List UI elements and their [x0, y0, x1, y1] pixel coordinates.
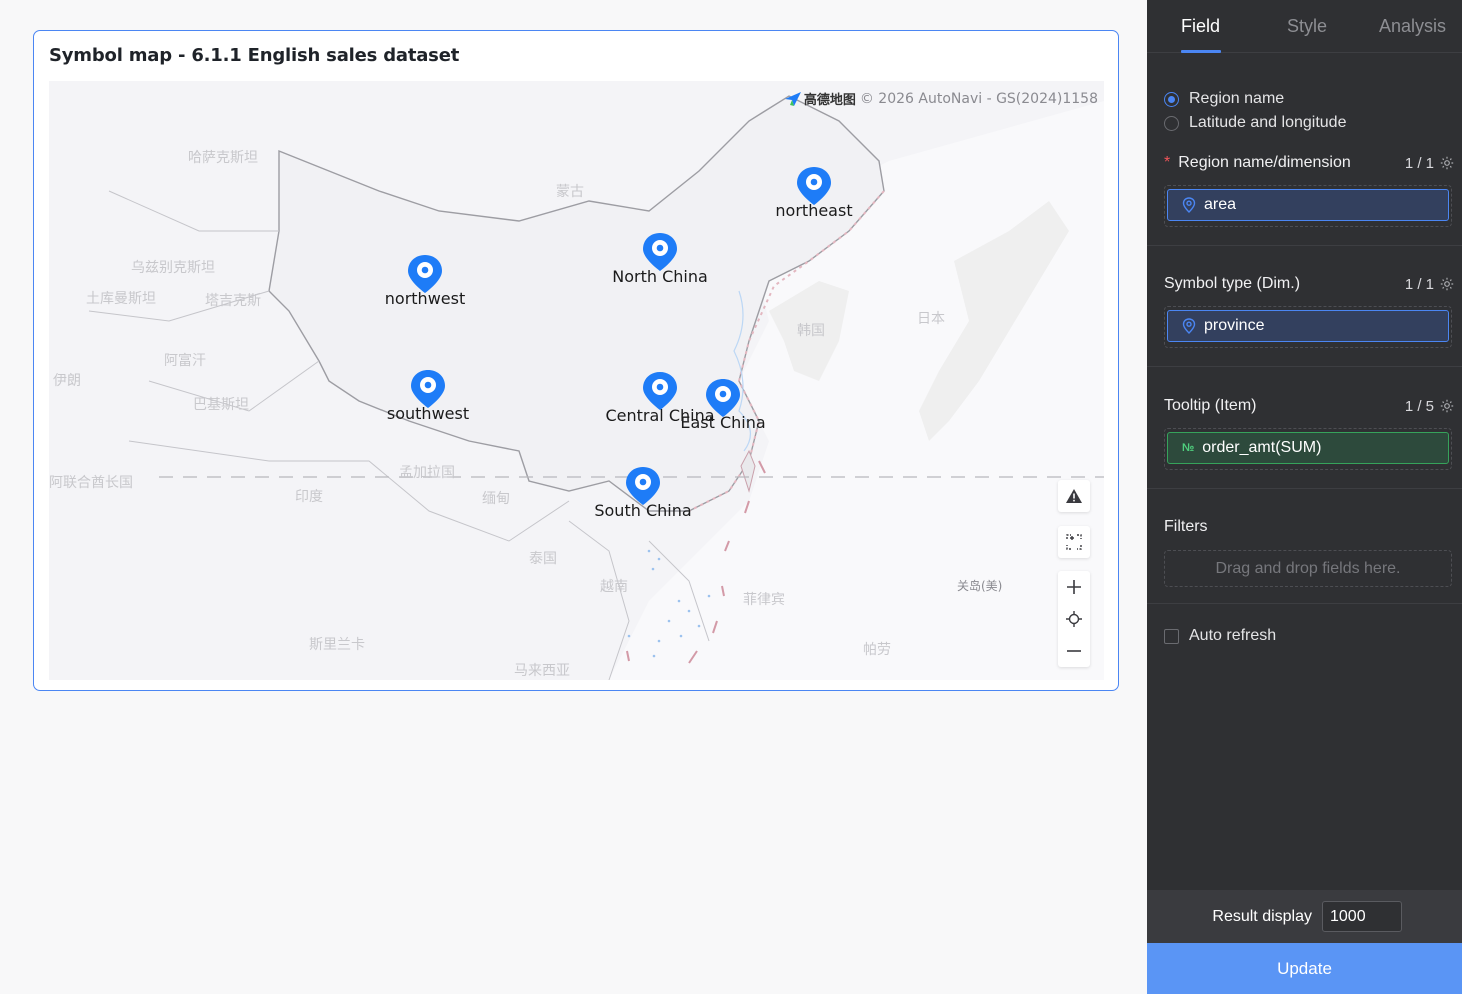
numeric-type-icon: № [1182, 442, 1195, 454]
marker-label: South China [594, 501, 692, 520]
field-chip-order-amt[interactable]: № order_amt(SUM) [1167, 432, 1449, 464]
tooltip-field-slot[interactable]: № order_amt(SUM) [1164, 428, 1452, 470]
plus-icon[interactable] [1058, 571, 1090, 603]
marker-label: northwest [384, 289, 466, 308]
region-field-slot[interactable]: area [1164, 185, 1452, 227]
section-title: Region name/dimension [1178, 154, 1351, 171]
gear-icon[interactable] [1440, 156, 1454, 170]
location-pin-icon [1182, 318, 1196, 334]
section-title: Filters [1164, 518, 1208, 535]
radio-label: Region name [1189, 90, 1285, 107]
fit-bounds-control[interactable] [1058, 526, 1090, 558]
geo-label: 斯里兰卡 [309, 637, 365, 653]
symbol-map[interactable]: 哈萨克斯坦 蒙古 乌兹别克斯坦 土库曼斯坦 塔吉克斯 阿富汗 伊朗 巴基斯坦 阿… [49, 81, 1104, 680]
chip-label: province [1204, 317, 1265, 334]
geo-label: 哈萨克斯坦 [188, 150, 258, 166]
result-display-bar: Result display [1147, 890, 1462, 943]
result-display-input[interactable] [1322, 901, 1402, 932]
required-mark: * [1164, 154, 1171, 171]
auto-refresh-toggle[interactable]: Auto refresh [1164, 627, 1276, 645]
geo-label: 越南 [600, 579, 628, 595]
checkbox[interactable] [1164, 628, 1179, 644]
marker-label: southwest [386, 404, 470, 423]
symbol-section-header: Symbol type (Dim.) 1 / 1 [1164, 275, 1454, 293]
tab-field[interactable]: Field [1181, 16, 1220, 37]
geo-label: 印度 [295, 489, 323, 505]
copyright-text: © 2026 AutoNavi - GS(2024)1158 [859, 90, 1098, 107]
geo-label: 巴基斯坦 [193, 397, 249, 413]
geo-label: 日本 [917, 311, 945, 327]
gear-icon[interactable] [1440, 277, 1454, 291]
geo-label: 关岛(美) [957, 579, 1003, 593]
marker-label: northeast [775, 201, 853, 220]
divider [1147, 603, 1462, 604]
chip-label: area [1204, 196, 1237, 213]
location-pin-icon [1182, 197, 1196, 213]
geo-label: 塔吉克斯 [205, 293, 261, 309]
geo-label: 乌兹别克斯坦 [131, 260, 215, 276]
geo-label: 缅甸 [482, 491, 510, 507]
amap-logo-text: 高德地图 [803, 93, 856, 108]
map-basemap [88, 95, 1104, 680]
zoom-control[interactable] [1058, 571, 1090, 667]
chart-title: Symbol map - 6.1.1 English sales dataset [49, 45, 460, 66]
filter-drop-zone[interactable]: Drag and drop fields here. [1164, 550, 1452, 587]
radio-button[interactable] [1164, 115, 1179, 131]
field-chip-area[interactable]: area [1167, 189, 1449, 221]
config-panel: Field Style Analysis Region name Latitud… [1147, 0, 1462, 994]
warning-icon[interactable] [1058, 480, 1090, 512]
chip-label: order_amt(SUM) [1202, 439, 1322, 456]
geo-label: 伊朗 [53, 373, 81, 389]
radio-region-name[interactable]: Region name [1164, 90, 1284, 108]
field-chip-province[interactable]: province [1167, 310, 1449, 342]
minus-icon[interactable] [1058, 635, 1090, 667]
amap-logo: 高德地图 [784, 89, 856, 108]
radio-lat-lng[interactable]: Latitude and longitude [1164, 114, 1346, 132]
geo-label: 蒙古 [556, 184, 584, 200]
geo-label: 阿联合酋长国 [49, 475, 133, 491]
amap-logo-icon [784, 91, 801, 106]
region-section-header: * Region name/dimension 1 / 1 [1164, 154, 1454, 172]
symbol-field-slot[interactable]: province [1164, 306, 1452, 348]
map-copyright: 高德地图 © 2026 AutoNavi - GS(2024)1158 [784, 89, 1098, 108]
radio-button-checked[interactable] [1164, 91, 1179, 107]
geo-label: 韩国 [797, 323, 825, 339]
update-button[interactable]: Update [1147, 943, 1462, 994]
gear-icon[interactable] [1440, 399, 1454, 413]
warning-control[interactable] [1058, 480, 1090, 512]
geo-label: 帕劳 [863, 642, 891, 658]
fit-bounds-icon[interactable] [1058, 526, 1090, 558]
panel-tabs: Field Style Analysis [1147, 0, 1462, 53]
marker-label: North China [612, 267, 708, 286]
tooltip-section-header: Tooltip (Item) 1 / 5 [1164, 397, 1454, 415]
section-title: Symbol type (Dim.) [1164, 275, 1301, 292]
geo-label: 土库曼斯坦 [86, 291, 156, 307]
field-count: 1 / 1 [1404, 154, 1434, 172]
field-count: 1 / 5 [1404, 397, 1434, 415]
geo-label: 菲律宾 [743, 592, 785, 608]
filters-section-header: Filters [1164, 518, 1454, 536]
tab-analysis[interactable]: Analysis [1379, 16, 1446, 37]
marker-label: East China [680, 413, 766, 432]
chart-card: Symbol map - 6.1.1 English sales dataset [33, 30, 1119, 691]
geo-label: 泰国 [529, 551, 557, 567]
geo-label: 阿富汗 [164, 353, 206, 369]
divider [1147, 366, 1462, 367]
divider [1147, 488, 1462, 489]
field-count: 1 / 1 [1404, 275, 1434, 293]
divider [1147, 245, 1462, 246]
active-tab-indicator [1181, 50, 1221, 53]
radio-label: Latitude and longitude [1189, 114, 1347, 131]
tab-style[interactable]: Style [1287, 16, 1327, 37]
locate-icon[interactable] [1058, 603, 1090, 635]
checkbox-label: Auto refresh [1189, 627, 1277, 644]
result-display-label: Result display [1212, 907, 1312, 925]
geo-label: 马来西亚 [514, 663, 570, 679]
section-title: Tooltip (Item) [1164, 397, 1257, 414]
geo-label: 孟加拉国 [399, 465, 455, 481]
